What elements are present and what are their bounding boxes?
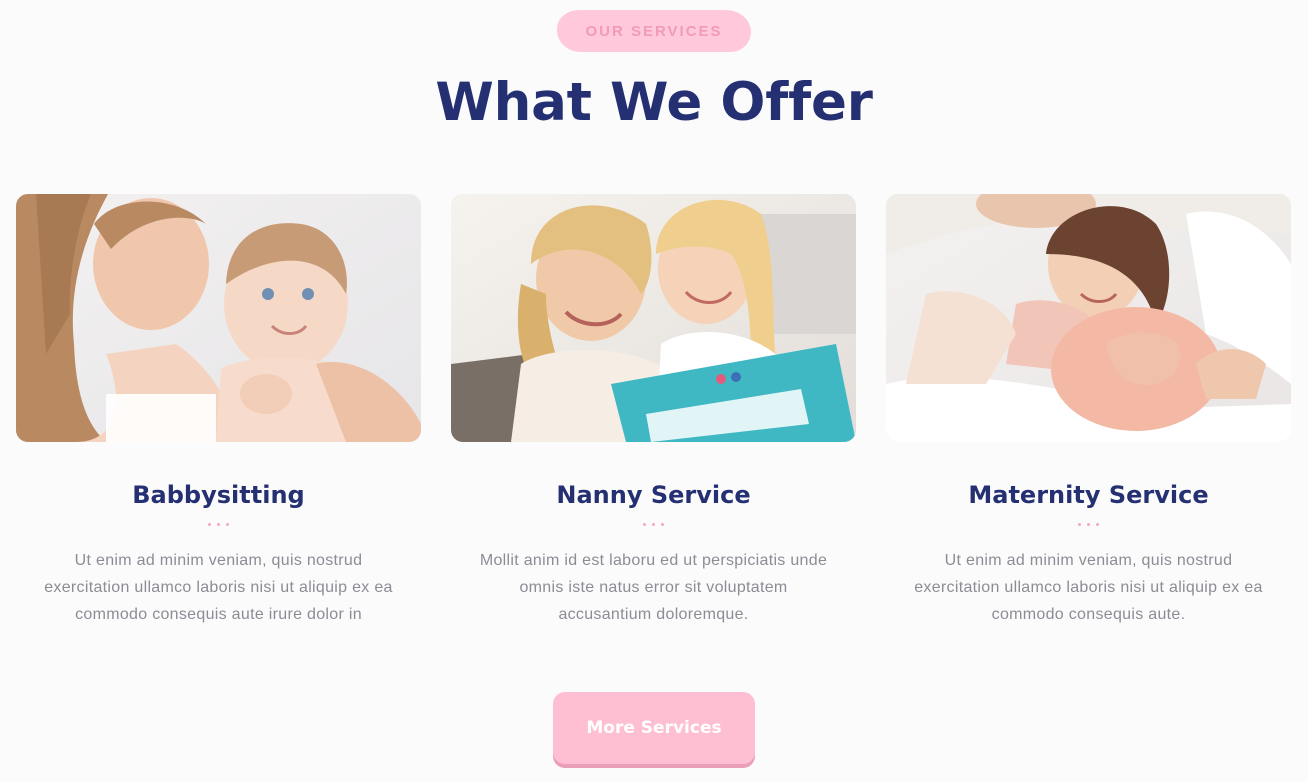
dot	[661, 522, 664, 526]
cta-wrap: More Services	[0, 692, 1308, 764]
service-description: Ut enim ad minim veniam, quis nostrud ex…	[914, 552, 1263, 623]
more-services-button[interactable]: More Services	[553, 692, 755, 764]
service-card-babysitting: Babbysitting Ut enim ad minim veniam, qu…	[16, 194, 421, 628]
service-title: Maternity Service	[968, 481, 1209, 509]
maternity-photo	[886, 194, 1291, 442]
dot	[652, 522, 655, 526]
service-description: Ut enim ad minim veniam, quis nostrud ex…	[44, 552, 393, 623]
service-title: Babbysitting	[132, 481, 305, 509]
babysitting-photo	[16, 194, 421, 442]
section-title: What We Offer	[435, 72, 873, 133]
service-card-nanny: Nanny Service Mollit anim id est laboru …	[451, 194, 856, 628]
service-image-maternity	[886, 194, 1291, 442]
eyebrow-wrap: OUR SERVICES	[0, 10, 1308, 52]
dot	[1078, 522, 1081, 526]
services-section: OUR SERVICES What We Offer Babbysitting …	[0, 0, 1308, 782]
title-divider-dots	[16, 518, 421, 530]
nanny-photo	[451, 194, 856, 442]
dot	[217, 522, 220, 526]
service-image-nanny	[451, 194, 856, 442]
dot	[1096, 522, 1099, 526]
service-title: Nanny Service	[556, 481, 751, 509]
dot	[226, 522, 229, 526]
services-cards: Babbysitting Ut enim ad minim veniam, qu…	[16, 194, 1291, 628]
service-card-maternity: Maternity Service Ut enim ad minim venia…	[886, 194, 1291, 628]
service-image-babysitting	[16, 194, 421, 442]
title-divider-dots	[886, 518, 1291, 530]
service-description: Mollit anim id est laboru ed ut perspici…	[479, 552, 828, 623]
title-divider-dots	[451, 518, 856, 530]
dot	[643, 522, 646, 526]
dot	[208, 522, 211, 526]
dot	[1087, 522, 1090, 526]
section-eyebrow: OUR SERVICES	[557, 10, 751, 52]
